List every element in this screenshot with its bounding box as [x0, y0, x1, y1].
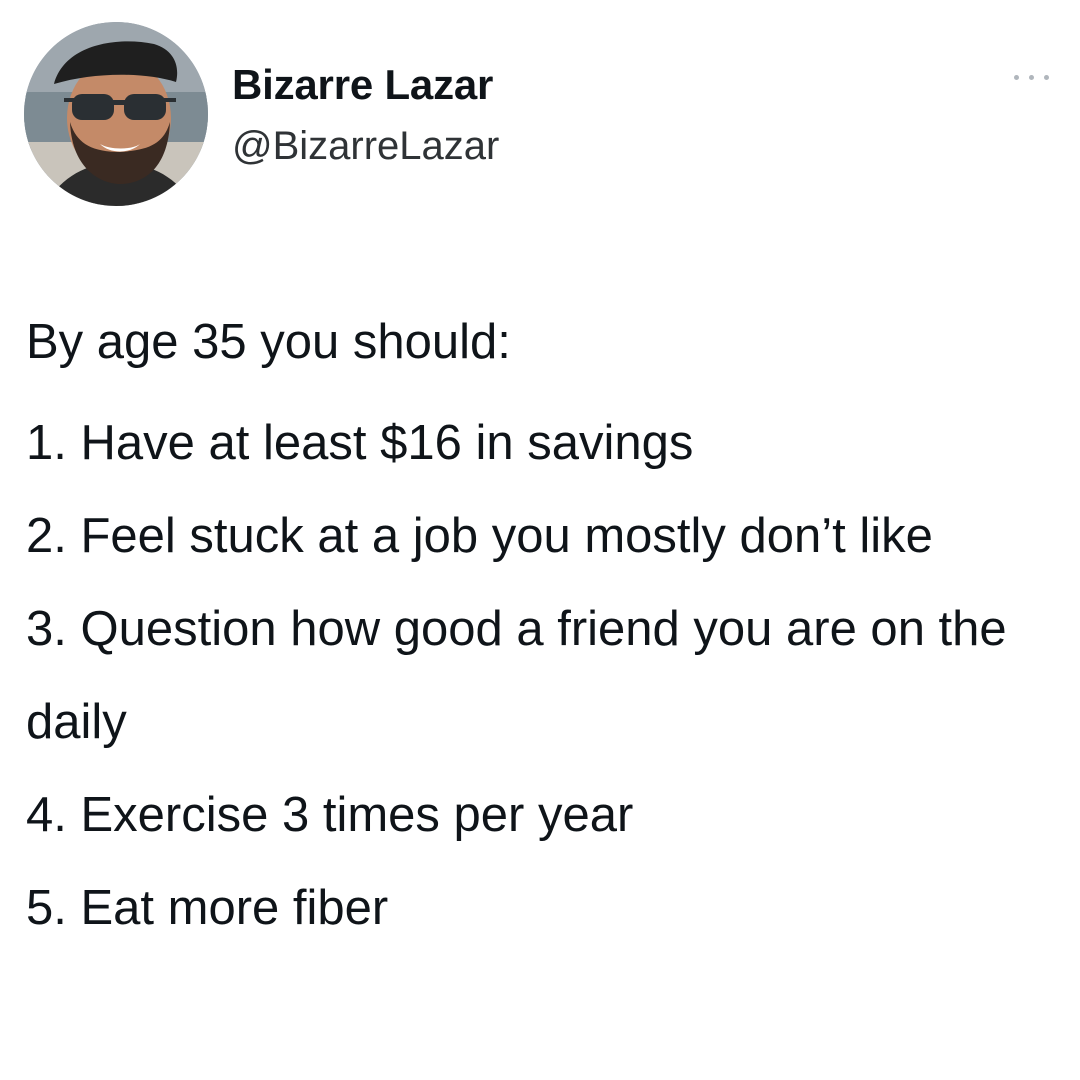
avatar[interactable]	[24, 22, 208, 206]
tweet-intro: By age 35 you should:	[26, 315, 511, 369]
list-item: 3. Question how good a friend you are on…	[26, 602, 1007, 749]
ellipsis-icon	[1029, 75, 1034, 80]
avatar-photo	[24, 22, 208, 206]
list-item: 2. Feel stuck at a job you mostly don’t …	[26, 509, 933, 563]
list-item: 5. Eat more fiber	[26, 881, 389, 935]
tweet-text: By age 35 you should: 1. Have at least $…	[26, 296, 1066, 955]
author-handle[interactable]: @BizarreLazar	[232, 122, 499, 170]
more-options-button[interactable]	[1010, 62, 1054, 92]
list-item: 4. Exercise 3 times per year	[26, 788, 634, 842]
author-name[interactable]: Bizarre Lazar	[232, 60, 493, 110]
ellipsis-icon	[1044, 75, 1049, 80]
ellipsis-icon	[1014, 75, 1019, 80]
list-item: 1. Have at least $16 in savings	[26, 416, 694, 470]
tweet-card: Bizarre Lazar @BizarreLazar By age 35 yo…	[0, 0, 1080, 1080]
